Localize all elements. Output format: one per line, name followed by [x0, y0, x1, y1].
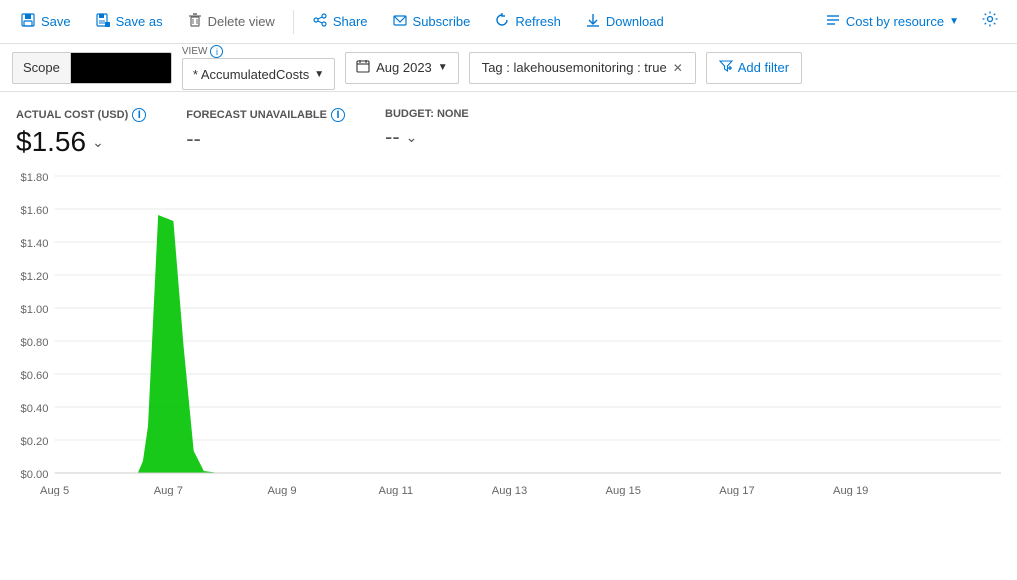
budget-value: -- ⌄: [385, 124, 469, 150]
add-filter-icon: [719, 59, 733, 76]
scope-container: Scope: [12, 52, 172, 84]
svg-text:Aug 13: Aug 13: [492, 485, 527, 496]
svg-text:Aug 15: Aug 15: [606, 485, 641, 496]
svg-text:$1.40: $1.40: [21, 238, 49, 250]
svg-text:Aug 9: Aug 9: [267, 485, 296, 496]
share-label: Share: [333, 14, 368, 29]
forecast-value: --: [186, 126, 345, 152]
cost-by-resource-label: Cost by resource: [846, 14, 944, 29]
svg-text:$1.80: $1.80: [21, 172, 49, 184]
scope-label: Scope: [13, 53, 71, 83]
svg-text:$1.00: $1.00: [21, 304, 49, 316]
view-name: * AccumulatedCosts: [193, 67, 309, 82]
forecast-label: FORECAST UNAVAILABLE i: [186, 108, 345, 122]
svg-text:$1.20: $1.20: [21, 271, 49, 283]
actual-cost-info-icon[interactable]: i: [132, 108, 146, 122]
cost-by-resource-button[interactable]: Cost by resource ▼: [815, 7, 969, 36]
chart-area: $1.80 $1.60 $1.40 $1.20 $1.00 $0.80 $0.6…: [0, 166, 1017, 506]
tag-filter: Tag : lakehousemonitoring : true ✕: [469, 52, 696, 84]
subscribe-label: Subscribe: [413, 14, 471, 29]
delete-icon: [187, 12, 203, 31]
delete-view-label: Delete view: [208, 14, 275, 29]
svg-text:$0.40: $0.40: [21, 403, 49, 415]
download-button[interactable]: Download: [575, 7, 674, 36]
save-as-label: Save as: [116, 14, 163, 29]
toolbar: Save Save as Delete view Share Subscribe…: [0, 0, 1017, 44]
svg-text:$0.80: $0.80: [21, 337, 49, 349]
divider-1: [293, 10, 294, 34]
tag-close-button[interactable]: ✕: [673, 61, 683, 75]
cost-chart: $1.80 $1.60 $1.40 $1.20 $1.00 $0.80 $0.6…: [16, 166, 1001, 496]
settings-icon: [981, 10, 999, 33]
svg-text:$0.00: $0.00: [21, 469, 49, 481]
tag-text: Tag : lakehousemonitoring : true: [482, 60, 667, 75]
chart-container: $1.80 $1.60 $1.40 $1.20 $1.00 $0.80 $0.6…: [16, 166, 1001, 496]
view-container: VIEW i * AccumulatedCosts ▼: [182, 45, 335, 90]
view-dropdown[interactable]: * AccumulatedCosts ▼: [182, 58, 335, 90]
svg-text:$0.20: $0.20: [21, 436, 49, 448]
actual-cost-value: $1.56 ⌄: [16, 126, 146, 158]
actual-cost-label: ACTUAL COST (USD) i: [16, 108, 146, 122]
calendar-icon: [356, 59, 370, 76]
view-label: VIEW i: [182, 45, 335, 58]
svg-text:Aug 17: Aug 17: [719, 485, 754, 496]
save-button[interactable]: Save: [10, 7, 81, 36]
budget-label: BUDGET: NONE: [385, 108, 469, 120]
svg-text:Aug 19: Aug 19: [833, 485, 868, 496]
refresh-label: Refresh: [515, 14, 561, 29]
delete-view-button[interactable]: Delete view: [177, 7, 285, 36]
cost-bar: [118, 215, 220, 473]
add-filter-label: Add filter: [738, 60, 789, 75]
share-icon: [312, 12, 328, 31]
settings-button[interactable]: [973, 5, 1007, 38]
save-as-icon: [95, 12, 111, 31]
refresh-icon: [494, 12, 510, 31]
svg-text:Aug 7: Aug 7: [154, 485, 183, 496]
view-info-icon[interactable]: i: [210, 45, 223, 58]
share-button[interactable]: Share: [302, 7, 378, 36]
download-icon: [585, 12, 601, 31]
forecast-block: FORECAST UNAVAILABLE i --: [186, 108, 345, 152]
date-chevron-icon: ▼: [438, 62, 448, 73]
filter-bar: Scope VIEW i * AccumulatedCosts ▼ Aug 20…: [0, 44, 1017, 92]
date-label: Aug 2023: [376, 60, 432, 75]
download-label: Download: [606, 14, 664, 29]
actual-cost-block: ACTUAL COST (USD) i $1.56 ⌄: [16, 108, 146, 158]
svg-text:Aug 5: Aug 5: [40, 485, 69, 496]
budget-block: BUDGET: NONE -- ⌄: [385, 108, 469, 150]
svg-text:$0.60: $0.60: [21, 370, 49, 382]
svg-text:$1.60: $1.60: [21, 205, 49, 217]
cost-list-icon: [825, 12, 841, 31]
save-icon: [20, 12, 36, 31]
add-filter-button[interactable]: Add filter: [706, 52, 802, 84]
forecast-info-icon[interactable]: i: [331, 108, 345, 122]
save-label: Save: [41, 14, 71, 29]
metrics-row: ACTUAL COST (USD) i $1.56 ⌄ FORECAST UNA…: [0, 92, 1017, 166]
save-as-button[interactable]: Save as: [85, 7, 173, 36]
subscribe-icon: [392, 12, 408, 31]
subscribe-button[interactable]: Subscribe: [382, 7, 481, 36]
refresh-button[interactable]: Refresh: [484, 7, 571, 36]
chevron-down-icon: ▼: [949, 16, 959, 27]
view-chevron-icon: ▼: [314, 69, 324, 80]
budget-chevron-icon: ⌄: [406, 129, 418, 146]
scope-value[interactable]: [71, 53, 171, 83]
date-picker-button[interactable]: Aug 2023 ▼: [345, 52, 459, 84]
svg-text:Aug 11: Aug 11: [379, 485, 414, 496]
actual-cost-chevron-icon: ⌄: [92, 134, 104, 151]
